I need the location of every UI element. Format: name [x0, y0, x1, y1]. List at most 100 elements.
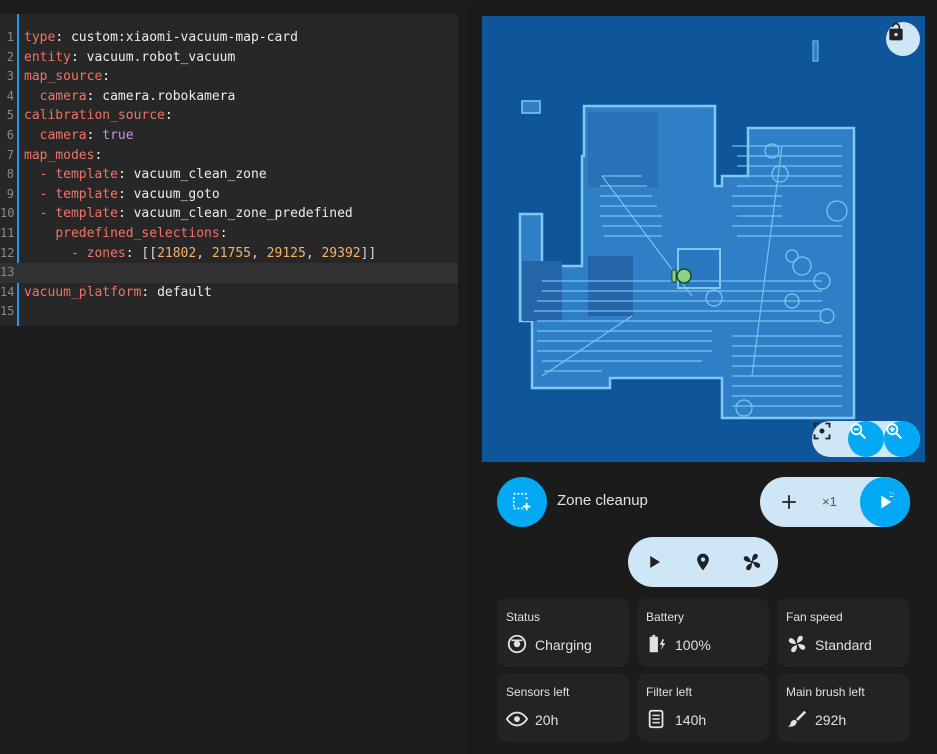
yaml-key: template	[55, 186, 118, 202]
lock-button[interactable]	[886, 22, 920, 56]
yaml-separator: :	[141, 284, 158, 300]
eye-icon	[506, 708, 528, 730]
code-text: - template: vacuum_clean_zone	[24, 165, 267, 185]
tile-value: 140h	[675, 712, 707, 728]
code-text: predefined_selections:	[24, 224, 228, 244]
code-line[interactable]: 9 - template: vacuum_goto	[0, 185, 458, 205]
yaml-key: predefined_selections	[55, 226, 220, 241]
zoom-out-button[interactable]	[848, 421, 884, 457]
main-brush-tile[interactable]: Main brush left 292h	[777, 673, 909, 742]
zone-coordinate: 29125	[266, 245, 306, 261]
map-mode-button[interactable]	[497, 477, 547, 527]
bracket: ]]	[360, 245, 377, 261]
tile-title: Filter left	[646, 685, 693, 699]
tile-title: Battery	[646, 610, 685, 624]
zone-coordinate: 21802	[157, 245, 197, 261]
line-number: 8	[6, 167, 14, 182]
select-drag-icon	[512, 492, 531, 511]
yaml-key: template	[55, 206, 118, 222]
focus-icon	[813, 422, 831, 440]
code-line[interactable]: 7 map_modes:	[0, 146, 458, 166]
code-line[interactable]: 4 camera: camera.robokamera	[0, 87, 458, 107]
zoom-in-button[interactable]	[884, 421, 920, 457]
code-text: calibration_source:	[24, 106, 173, 126]
yaml-separator: :	[86, 128, 103, 143]
floor-plan	[518, 40, 856, 420]
line-number: 5	[6, 108, 14, 123]
tile-value: 100%	[675, 637, 711, 653]
code-text: - template: vacuum_goto	[24, 185, 220, 205]
code-line[interactable]: 10 - template: vacuum_clean_zone_predefi…	[0, 204, 458, 224]
code-line[interactable]: 11 predefined_selections:	[0, 224, 458, 244]
yaml-separator: :	[125, 245, 142, 261]
line-number: 2	[6, 49, 14, 64]
play-icon	[650, 556, 660, 568]
yaml-separator: :	[117, 206, 134, 222]
tile-title: Status	[506, 610, 541, 624]
add-zone-button[interactable]	[770, 483, 808, 521]
sensors-tile[interactable]: Sensors left 20h	[497, 673, 629, 742]
yaml-code-editor[interactable]: 1 type: custom:xiaomi-vacuum-map-card 2 ent…	[0, 14, 458, 326]
yaml-separator: :	[219, 226, 228, 241]
tile-title: Main brush left	[786, 685, 865, 699]
code-line[interactable]: 5 calibration_source:	[0, 106, 458, 126]
tile-value: Charging	[535, 637, 592, 653]
tile-value: 292h	[815, 712, 847, 728]
vacuum-map[interactable]	[482, 16, 925, 462]
yaml-value: default	[157, 284, 212, 300]
line-number: 12	[0, 245, 15, 260]
map-mode-label: Zone cleanup	[557, 492, 648, 509]
yaml-value: camera.robokamera	[102, 88, 236, 104]
line-number: 11	[0, 226, 15, 240]
code-line[interactable]: 8 - template: vacuum_clean_zone	[0, 165, 458, 185]
code-text: type: custom:xiaomi-vacuum-map-card	[24, 28, 298, 48]
air-filter-icon	[646, 708, 668, 730]
fan-speed-tile[interactable]: Fan speed Standard	[777, 598, 909, 667]
repeat-count-button[interactable]: ×1	[822, 494, 837, 509]
code-line[interactable]: 15	[0, 302, 458, 322]
locate-button[interactable]	[684, 543, 722, 581]
battery-tile[interactable]: Battery 100%	[637, 598, 769, 667]
code-text: vacuum_platform: default	[24, 283, 212, 303]
focus-button[interactable]	[812, 421, 848, 457]
code-line[interactable]: 3 map_source:	[0, 67, 458, 87]
yaml-key: entity	[24, 49, 71, 65]
code-line[interactable]: 1 type: custom:xiaomi-vacuum-map-card	[0, 28, 458, 48]
line-number: 13	[0, 265, 15, 280]
yaml-key: type	[24, 30, 56, 45]
yaml-key: calibration_source	[24, 108, 165, 124]
comma: ,	[305, 245, 322, 261]
zoom-controls	[812, 421, 920, 457]
yaml-separator: :	[102, 69, 111, 85]
code-indent: -	[24, 186, 56, 202]
tile-value: Standard	[815, 637, 872, 653]
start-zone-cleanup-button[interactable]	[860, 477, 910, 527]
code-text: entity: vacuum.robot_vacuum	[24, 48, 235, 68]
start-button[interactable]	[635, 543, 673, 581]
code-text: map_source:	[24, 67, 110, 87]
line-number: 6	[6, 128, 14, 142]
yaml-separator: :	[117, 186, 134, 202]
zone-run-controls: ×1	[760, 477, 910, 527]
line-number: 15	[0, 304, 15, 319]
zoom-in-icon	[886, 423, 903, 440]
fan-icon	[786, 633, 808, 655]
code-line[interactable]: 6 camera: true	[0, 126, 458, 146]
bracket: [[	[141, 245, 158, 261]
status-tile[interactable]: Status Charging	[497, 598, 629, 667]
code-line[interactable]: 2 entity: vacuum.robot_vacuum	[0, 48, 458, 68]
code-line[interactable]: 12 - zones: [[21802, 21755, 29125, 29392…	[0, 244, 458, 264]
code-line[interactable]: 14 vacuum_platform: default	[0, 283, 458, 303]
filter-tile[interactable]: Filter left 140h	[637, 673, 769, 742]
fan-speed-button[interactable]	[733, 543, 771, 581]
yaml-separator: :	[55, 30, 71, 45]
yaml-separator: :	[70, 49, 87, 65]
robot-marker	[671, 268, 692, 284]
yaml-separator: :	[94, 147, 103, 163]
code-indent: -	[24, 245, 87, 261]
yaml-separator: :	[86, 88, 103, 104]
yaml-separator: :	[164, 108, 173, 124]
vacuum-controls	[628, 537, 778, 587]
code-line[interactable]: 13	[0, 263, 458, 283]
code-text: map_modes:	[24, 146, 102, 166]
